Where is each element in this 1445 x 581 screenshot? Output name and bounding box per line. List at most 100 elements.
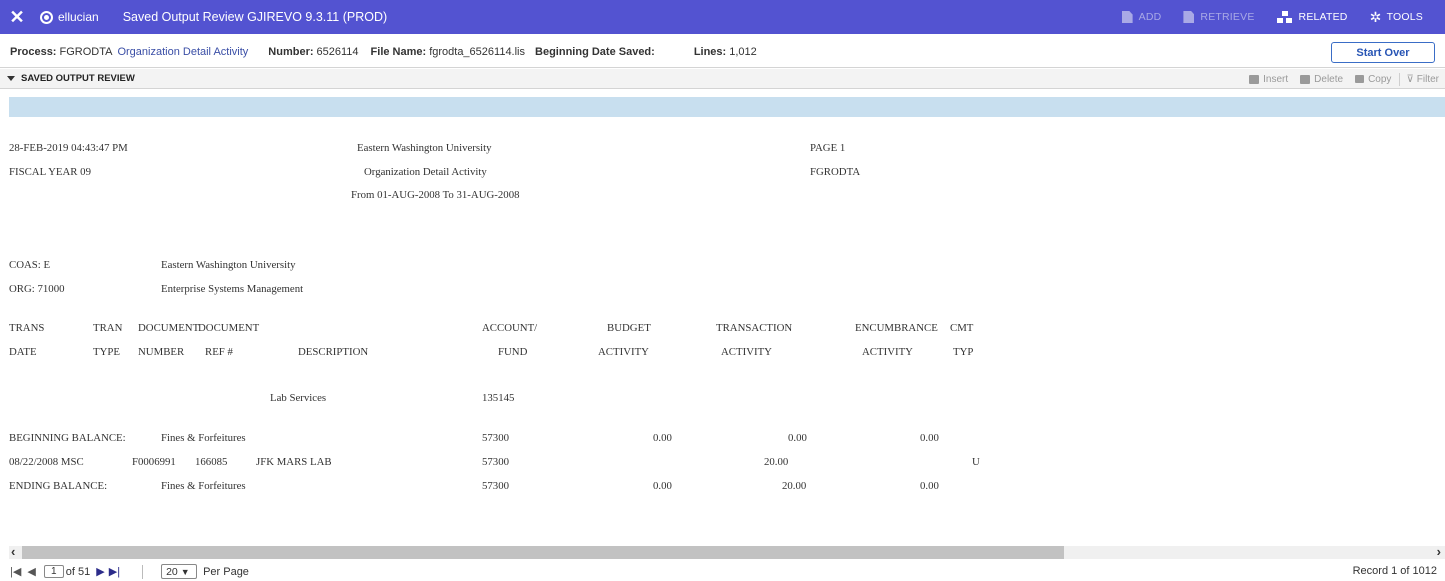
header-toolbar: ADD RETRIEVE RELATED ✲ TOOLS	[1121, 0, 1445, 34]
tools-button[interactable]: ✲ TOOLS	[1370, 10, 1423, 24]
insert-button[interactable]: Insert	[1249, 74, 1288, 85]
number-value: 6526114	[316, 45, 359, 58]
report-text: ORG: 71000	[9, 283, 65, 295]
report-text: Organization Detail Activity	[364, 166, 487, 178]
related-label: RELATED	[1298, 11, 1348, 23]
report-text: ACCOUNT/	[482, 322, 538, 334]
per-page-value: 20	[166, 565, 178, 578]
next-page-icon[interactable]: ▶	[96, 565, 104, 578]
report-text: NUMBER	[138, 346, 185, 358]
report-text: CMT	[950, 322, 974, 334]
copy-icon	[1355, 75, 1365, 83]
report-text: ACTIVITY	[721, 346, 772, 358]
report-text: JFK MARS LAB	[256, 456, 332, 468]
key-block: Process: FGRODTA Organization Detail Act…	[0, 36, 1445, 68]
report-text: 0.00	[653, 432, 672, 444]
report-text: 0.00	[920, 432, 939, 444]
scrollbar-thumb[interactable]	[22, 546, 1064, 559]
report-text: ENDING BALANCE:	[9, 480, 108, 492]
last-page-icon[interactable]: ▶|	[109, 565, 120, 578]
report-text: Fines & Forfeitures	[161, 480, 246, 492]
scroll-right-icon[interactable]: ›	[1437, 544, 1441, 559]
report-text: TYP	[953, 346, 974, 358]
sitemap-icon	[1276, 11, 1293, 23]
ellucian-logo: ellucian	[40, 10, 99, 24]
process-code: FGRODTA	[59, 45, 113, 58]
section-toolbar: Insert Delete Copy ⊽ Filter	[1237, 69, 1439, 89]
report-text: FGRODTA	[810, 166, 861, 178]
retrieve-button[interactable]: RETRIEVE	[1183, 11, 1254, 23]
report-text: DOCUMENT	[198, 322, 260, 334]
related-button[interactable]: RELATED	[1276, 11, 1348, 23]
brand-name: ellucian	[58, 10, 99, 24]
report-text: Fines & Forfeitures	[161, 432, 246, 444]
app-header: ✕ ellucian Saved Output Review GJIREVO 9…	[0, 0, 1445, 34]
page-count: of 51	[65, 565, 91, 578]
close-icon[interactable]: ✕	[0, 0, 34, 34]
chevron-down-icon: ▼	[180, 566, 190, 577]
filter-button[interactable]: ⊽ Filter	[1406, 74, 1439, 85]
report-text: 57300	[482, 432, 509, 444]
process-label: Process:	[10, 45, 57, 58]
report-text: 0.00	[920, 480, 939, 492]
delete-button[interactable]: Delete	[1300, 74, 1343, 85]
report-text: ACTIVITY	[862, 346, 913, 358]
scroll-left-icon[interactable]: ‹	[11, 544, 15, 559]
previous-page-icon[interactable]: ◀	[27, 565, 35, 578]
report-text: U	[972, 456, 980, 468]
ellucian-logo-icon	[40, 10, 53, 24]
page-number-input[interactable]: 1	[43, 565, 64, 578]
report-text: 57300	[482, 456, 509, 468]
report-text: Eastern Washington University	[357, 142, 492, 154]
tools-label: TOOLS	[1386, 11, 1423, 23]
report-text: TYPE	[93, 346, 120, 358]
report-text: 08/22/2008 MSC	[9, 456, 84, 468]
add-button[interactable]: ADD	[1121, 11, 1162, 23]
report-text: 0.00	[788, 432, 807, 444]
report-text: 166085	[195, 456, 228, 468]
process-name: Organization Detail Activity	[117, 45, 249, 58]
collapse-triangle-icon[interactable]	[7, 76, 15, 81]
report-text: BUDGET	[607, 322, 651, 334]
report-text: Enterprise Systems Management	[161, 283, 304, 295]
report-text: DATE	[9, 346, 37, 358]
beginning-date-label: Beginning Date Saved:	[535, 45, 655, 58]
file-name-value: fgrodta_6526114.lis	[429, 45, 526, 58]
copy-button[interactable]: Copy	[1355, 74, 1391, 85]
report-text: 28-FEB-2019 04:43:47 PM	[9, 142, 128, 154]
report-text: From 01-AUG-2008 To 31-AUG-2008	[351, 189, 520, 201]
record-count: Record 1 of 1012	[1352, 565, 1437, 577]
plus-icon	[1249, 74, 1260, 84]
report-text: ENCUMBRANCE	[855, 322, 938, 334]
delete-label: Delete	[1314, 73, 1344, 85]
report-text: TRANS	[9, 322, 45, 334]
report-text: 57300	[482, 480, 509, 492]
file-name-label: File Name:	[370, 45, 427, 58]
report-text: F0006991	[132, 456, 176, 468]
report-text: BEGINNING BALANCE:	[9, 432, 126, 444]
lines-value: 1,012	[729, 45, 757, 58]
report-text: TRAN	[93, 322, 123, 334]
report-text: 135145	[482, 392, 515, 404]
divider	[142, 564, 144, 579]
lines-label: Lines:	[693, 45, 727, 58]
report-text: FUND	[498, 346, 528, 358]
section-header: SAVED OUTPUT REVIEW Insert Delete Copy ⊽…	[0, 69, 1445, 89]
first-page-icon[interactable]: |◀	[10, 565, 21, 578]
per-page-select[interactable]: 20 ▼	[161, 564, 198, 579]
report-text: DOCUMENT	[138, 322, 200, 334]
report-text: TRANSACTION	[716, 322, 793, 334]
minus-icon	[1300, 74, 1311, 84]
start-over-button[interactable]: Start Over	[1331, 42, 1435, 63]
report-header-band	[9, 97, 1445, 117]
section-title: SAVED OUTPUT REVIEW	[21, 73, 135, 84]
report-text: ACTIVITY	[598, 346, 649, 358]
report-text: 0.00	[653, 480, 672, 492]
report-text: 20.00	[782, 480, 807, 492]
report-text: DESCRIPTION	[298, 346, 369, 358]
horizontal-scrollbar[interactable]: ‹ ›	[9, 544, 1445, 559]
report-text: COAS: E	[9, 259, 51, 271]
retrieve-label: RETRIEVE	[1200, 11, 1255, 23]
filter-label: Filter	[1416, 73, 1439, 85]
page-title: Saved Output Review GJIREVO 9.3.11 (PROD…	[122, 10, 388, 24]
